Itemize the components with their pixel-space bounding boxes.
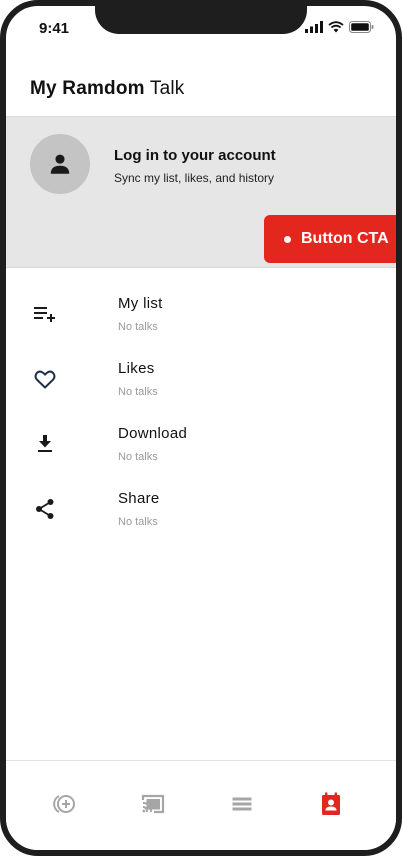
menu-item-likes[interactable]: Likes No talks	[6, 348, 396, 413]
tab-cast[interactable]	[138, 789, 168, 819]
menu-item-label: My list	[118, 295, 163, 312]
account-section: Log in to your account Sync my list, lik…	[6, 117, 396, 268]
add-circle-icon	[53, 795, 75, 813]
login-title[interactable]: Log in to your account	[114, 147, 276, 164]
menu-item-label: Share	[118, 490, 160, 507]
battery-icon	[349, 21, 374, 33]
person-icon	[50, 154, 70, 174]
page-title-rest: Talk	[144, 78, 185, 99]
avatar[interactable]	[30, 134, 90, 194]
dot-icon	[284, 235, 291, 243]
menu-item-my-list[interactable]: My list No talks	[6, 283, 396, 348]
cast-icon	[141, 794, 165, 814]
status-time: 9:41	[39, 20, 70, 37]
tab-library[interactable]	[227, 789, 257, 819]
wifi-icon	[328, 21, 344, 33]
share-icon	[32, 496, 58, 522]
page-title-bold: My Ramdom	[30, 78, 145, 99]
menu-item-sub: No talks	[118, 516, 158, 528]
playlist-add-icon	[32, 301, 58, 327]
menu-item-share[interactable]: Share No talks	[6, 478, 396, 543]
contact-book-icon	[322, 792, 340, 815]
phone-frame: 9:41 My Ramdom Talk Log in to your accou…	[0, 0, 402, 856]
download-icon	[32, 431, 58, 457]
menu-item-download[interactable]: Download No talks	[6, 413, 396, 478]
cta-button-label: Button CTA	[301, 230, 389, 247]
menu-item-sub: No talks	[118, 321, 158, 333]
menu-item-label: Download	[118, 425, 188, 442]
menu-item-label: Likes	[118, 360, 155, 377]
menu-item-sub: No talks	[118, 451, 158, 463]
cta-button[interactable]: Button CTA	[264, 215, 396, 263]
login-subtitle: Sync my list, likes, and history	[114, 171, 275, 185]
menu-item-sub: No talks	[118, 386, 158, 398]
list-icon	[232, 797, 252, 811]
cellular-signal-icon	[305, 21, 323, 33]
app-header: My Ramdom Talk	[6, 58, 396, 117]
status-icons	[305, 21, 374, 33]
page-title: My Ramdom Talk	[30, 78, 185, 100]
device-notch	[95, 6, 307, 34]
heart-icon	[32, 366, 58, 392]
bottom-tab-bar	[6, 760, 396, 850]
tab-discover[interactable]	[49, 789, 79, 819]
menu-list: My list No talks Likes No talks Download…	[6, 283, 396, 543]
tab-profile[interactable]	[316, 789, 346, 819]
